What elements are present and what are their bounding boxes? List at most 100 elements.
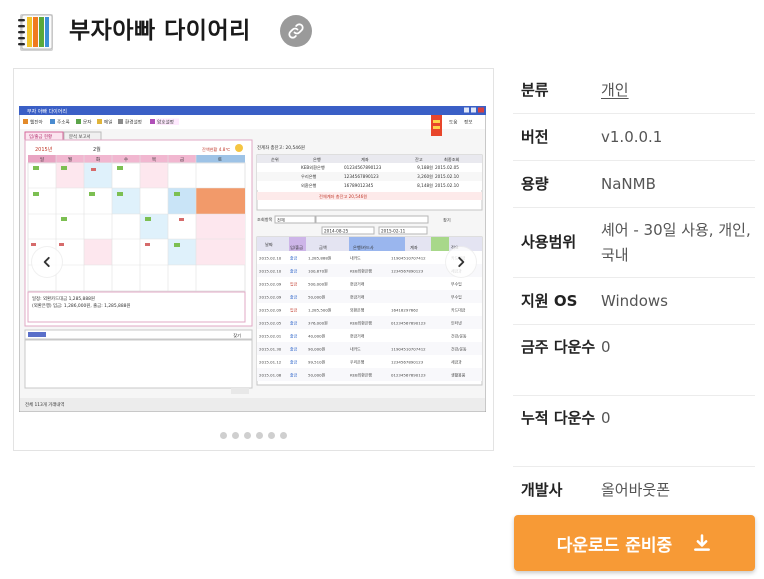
account-balance: 8,148원 xyxy=(417,182,433,188)
account-date: 2015.02.10 xyxy=(435,183,459,188)
tx-cell: 2015.02.09 xyxy=(259,282,282,287)
tx-cell: 인터넷 xyxy=(451,321,462,326)
tx-cell: 50,000원 xyxy=(308,373,326,378)
info-table: 분류 개인 버전 v1.0.0.1 용량 NaNMB 사용범위 셰어 - 30일… xyxy=(513,68,755,513)
tx-cell: 11904510707412 xyxy=(391,347,426,352)
info-label: 지원 OS xyxy=(521,291,578,310)
accounts-col: 은행 xyxy=(313,156,321,162)
tx-cell: 우리은행 xyxy=(350,360,365,365)
info-row-total-downloads: 누적 다운수 0 xyxy=(513,396,755,467)
tx-cell: 건강/운동 xyxy=(451,347,467,352)
tx-cell: 100,870원 xyxy=(308,269,328,274)
carousel-dot[interactable] xyxy=(220,432,227,439)
carousel-dot[interactable] xyxy=(232,432,239,439)
account-bank: KEB외환은행 xyxy=(301,164,325,171)
tx-cell: 01234567890123 xyxy=(391,373,426,378)
link-icon xyxy=(288,23,304,39)
toolbar-item[interactable]: 환경설정 xyxy=(125,119,142,126)
accounts-col: 계좌 xyxy=(361,156,369,163)
tx-cell: 2015.02.10 xyxy=(259,256,282,261)
info-label: 개발사 xyxy=(521,480,563,499)
accounts-col: 잔고 xyxy=(415,156,423,162)
info-row-category: 분류 개인 xyxy=(513,68,755,114)
tab-report[interactable]: 분석 보고서 xyxy=(69,133,91,140)
toolbar-item[interactable]: 주소록 xyxy=(57,120,70,126)
tx-col: 금액 xyxy=(319,244,327,251)
toolbar-item[interactable]: 암호설정 xyxy=(157,119,174,126)
info-label: 버전 xyxy=(521,127,549,146)
share-link-button[interactable] xyxy=(280,15,312,47)
tx-col: 은행/카드사 xyxy=(353,244,374,251)
download-button[interactable]: 다운로드 준비중 xyxy=(514,515,755,571)
tx-cell: 2015.02.05 xyxy=(259,321,282,326)
carousel-dots xyxy=(14,432,493,439)
info-label: 용량 xyxy=(521,174,549,193)
info-row-version: 버전 v1.0.0.1 xyxy=(513,114,755,161)
search-label: 조회항목 xyxy=(257,216,273,223)
info-value: 셰어 - 30일 사용, 개인, 국내 xyxy=(601,220,751,264)
info-row-weekly-downloads: 금주 다운수 0 xyxy=(513,325,755,396)
tx-cell: 부수입 xyxy=(451,282,462,287)
calendar-year: 2015년 xyxy=(35,146,53,153)
tx-cell: 2015.02.10 xyxy=(259,269,282,274)
account-number: 16789012345 xyxy=(344,183,374,188)
carousel-dot[interactable] xyxy=(280,432,287,439)
account-number: 01234567890123 xyxy=(344,165,382,170)
tx-cell: 내카드 xyxy=(350,347,361,352)
toolbar-item[interactable]: 도움 xyxy=(449,120,457,126)
download-button-label: 다운로드 준비중 xyxy=(556,535,673,556)
calendar-balance: 잔액현황 4.8℃ xyxy=(202,146,230,153)
weekday-label: 목 xyxy=(152,157,156,163)
chevron-right-icon xyxy=(458,256,465,268)
tx-cell: 출금 xyxy=(290,347,298,352)
carousel-dot[interactable] xyxy=(268,432,275,439)
tx-cell: 입금 xyxy=(290,308,298,313)
carousel-prev-button[interactable] xyxy=(31,246,63,278)
date-to-field[interactable]: 2015-02-11 xyxy=(381,229,406,234)
tx-cell: 출금 xyxy=(290,269,298,274)
tx-cell: 출금 xyxy=(290,334,298,339)
accounts-total: 전체계좌 총잔고 20,546원 xyxy=(319,193,367,200)
carousel-dot[interactable] xyxy=(244,432,251,439)
search-option[interactable]: 전체 xyxy=(277,217,285,224)
search-find-button[interactable]: 찾기 xyxy=(443,217,451,224)
date-from-field[interactable]: 2014-08-25 xyxy=(324,229,349,234)
window-title: 부자 아빠 다이어리 xyxy=(27,108,67,115)
tx-cell: 90,000원 xyxy=(308,347,326,352)
toolbar-item[interactable]: 웹진아 xyxy=(30,119,43,126)
tx-cell: 건강/운동 xyxy=(451,334,467,339)
tx-cell: 11904510707412 xyxy=(391,256,426,261)
notebook-icon xyxy=(18,14,53,51)
tx-col: 날짜 xyxy=(265,241,273,248)
accounts-header: 전계좌 총잔고: 20,546원 xyxy=(257,144,305,151)
info-value: NaNMB xyxy=(601,174,656,193)
chevron-left-icon xyxy=(43,256,50,268)
memo-find-button[interactable]: 찾기 xyxy=(233,332,241,339)
tx-cell: KEB외환은행 xyxy=(350,373,372,378)
carousel-next-button[interactable] xyxy=(445,246,477,278)
toolbar-item[interactable]: 정보 xyxy=(464,119,472,126)
category-link[interactable]: 개인 xyxy=(601,81,629,99)
toolbar-item[interactable]: 문자 xyxy=(83,119,92,126)
tx-cell: 부수입 xyxy=(451,295,462,300)
account-balance: 9,188원 xyxy=(417,164,433,170)
tx-cell: 출금 xyxy=(290,295,298,300)
tx-cell: 1,285,500원 xyxy=(308,308,332,313)
carousel-dot[interactable] xyxy=(256,432,263,439)
info-value: 올어바웃폰 xyxy=(601,480,671,499)
account-date: 2015.02.10 xyxy=(435,174,459,179)
tx-cell: 내카드 xyxy=(350,256,361,261)
tab-income[interactable]: 입/출금 현황 xyxy=(29,133,52,140)
screenshot-carousel[interactable]: 부자 아빠 다이어리 웹진아 주소록 문자 메일 환경설정 암호설정 도움 정보… xyxy=(13,68,494,451)
info-value: Windows xyxy=(601,291,668,310)
tx-cell: 1,285,888원 xyxy=(308,256,332,261)
tx-cell: 1234567890123 xyxy=(391,360,424,365)
download-icon xyxy=(694,534,711,551)
tx-cell: 50,000원 xyxy=(308,295,326,300)
tx-cell: 376,000원 xyxy=(308,321,328,326)
info-row-usage: 사용범위 셰어 - 30일 사용, 개인, 국내 xyxy=(513,208,755,278)
toolbar-item[interactable]: 메일 xyxy=(104,119,112,126)
weekday-label: 금 xyxy=(180,157,184,163)
tx-cell: 40,000원 xyxy=(308,334,326,339)
tx-cell: 생활용품 xyxy=(451,373,466,378)
